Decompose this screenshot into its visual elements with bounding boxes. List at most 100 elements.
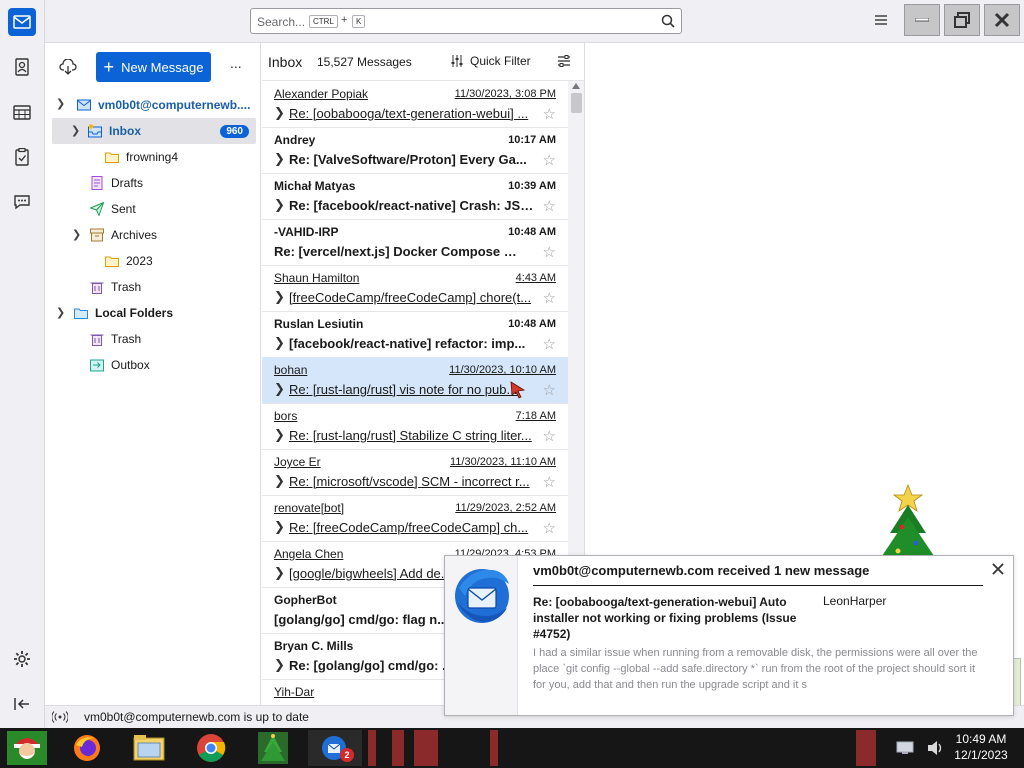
restore-button[interactable]	[944, 4, 980, 36]
message-date: 10:17 AM	[508, 134, 556, 146]
folder-archives[interactable]: ❯ Archives	[45, 222, 261, 248]
thread-chevron-icon[interactable]: ❯	[274, 335, 285, 351]
global-search-input[interactable]: Search... CTRL + K	[250, 8, 682, 34]
scrollbar-thumb[interactable]	[571, 93, 582, 113]
folder-pane-menu-button[interactable]: ...	[230, 55, 242, 71]
scroll-up-arrow-icon[interactable]	[572, 83, 580, 89]
mail-space-icon[interactable]	[8, 8, 36, 36]
thread-chevron-icon[interactable]: ❯	[274, 519, 285, 535]
thunderbird-logo-icon	[455, 569, 509, 623]
star-icon[interactable]: ☆	[543, 289, 556, 307]
message-row[interactable]: Andrey 10:17 AM ❯ Re: [ValveSoftware/Pro…	[262, 127, 568, 174]
file-explorer-taskbar-button[interactable]	[122, 730, 176, 766]
network-icon[interactable]	[896, 741, 914, 755]
tasks-icon[interactable]	[8, 143, 36, 171]
star-icon[interactable]: ☆	[543, 243, 556, 261]
chevron-down-icon[interactable]: ❯	[72, 228, 81, 241]
message-row[interactable]: Alexander Popiak 11/30/2023, 3:08 PM ❯ R…	[262, 81, 568, 128]
folder-pane: + New Message ... ❯ vm0b0t@computernewb.…	[45, 43, 261, 705]
folder-inbox[interactable]: ❯ Inbox 960	[52, 118, 256, 144]
quick-filter-button[interactable]: Quick Filter	[450, 54, 531, 68]
firefox-taskbar-button[interactable]	[60, 730, 114, 766]
star-icon[interactable]: ☆	[543, 105, 556, 123]
thunderbird-taskbar-button[interactable]: 2	[308, 730, 362, 766]
folder-2023[interactable]: 2023	[45, 248, 261, 274]
star-icon[interactable]: ☆	[543, 519, 556, 537]
chevron-down-icon[interactable]: ❯	[56, 97, 65, 110]
notification-sender: LeonHarper	[823, 594, 887, 608]
folder-icon	[105, 152, 119, 163]
message-subject: Re: [freeCodeCamp/freeCodeCamp] ch...	[289, 520, 529, 535]
thread-chevron-icon[interactable]: ❯	[274, 657, 285, 673]
message-sender: Joyce Er	[274, 455, 321, 469]
message-row[interactable]: Joyce Er 11/30/2023, 11:10 AM ❯ Re: [mic…	[262, 449, 568, 496]
thread-chevron-icon[interactable]: ❯	[274, 565, 285, 581]
message-row[interactable]: bors 7:18 AM ❯ Re: [rust-lang/rust] Stab…	[262, 403, 568, 450]
list-display-options-icon[interactable]	[557, 54, 571, 71]
new-mail-notification[interactable]: vm0b0t@computernewb.com received 1 new m…	[444, 555, 1014, 716]
message-row[interactable]: Michał Matyas 10:39 AM ❯ Re: [facebook/r…	[262, 173, 568, 220]
app-menu-icon[interactable]	[874, 13, 890, 29]
tree-app-taskbar-button[interactable]	[246, 730, 300, 766]
star-icon[interactable]: ☆	[543, 427, 556, 445]
filter-icon	[451, 55, 463, 67]
get-messages-icon[interactable]	[59, 58, 77, 78]
message-row[interactable]: -VAHID-IRP 10:48 AM Re: [vercel/next.js]…	[262, 219, 568, 266]
message-row[interactable]: renovate[bot] 11/29/2023, 2:52 AM ❯ Re: …	[262, 495, 568, 542]
chat-icon[interactable]	[8, 188, 36, 216]
folder-local-trash[interactable]: Trash	[45, 326, 261, 352]
chrome-taskbar-button[interactable]	[184, 730, 238, 766]
notification-divider	[533, 585, 983, 586]
message-subject: Re: [facebook/react-native] Crash: JS ..…	[289, 198, 534, 213]
close-button[interactable]	[984, 4, 1020, 36]
local-folders-row[interactable]: ❯ Local Folders	[45, 300, 261, 326]
folder-label: Sent	[111, 202, 136, 216]
settings-gear-icon[interactable]	[8, 645, 36, 673]
message-subject: Re: [vercel/next.js] Docker Compose Ne..…	[274, 244, 519, 259]
new-message-button[interactable]: + New Message	[96, 52, 211, 82]
thread-chevron-icon[interactable]: ❯	[274, 427, 285, 443]
system-tray[interactable]	[896, 736, 944, 760]
calendar-icon[interactable]	[8, 98, 36, 126]
search-icon[interactable]	[661, 14, 675, 28]
star-icon[interactable]: ☆	[543, 151, 556, 169]
message-row[interactable]: Ruslan Lesiutin 10:48 AM ❯ [facebook/rea…	[262, 311, 568, 358]
chevron-down-icon[interactable]: ❯	[71, 124, 80, 137]
taskbar-clock[interactable]: 10:49 AM 12/1/2023	[946, 731, 1016, 765]
folder-sent[interactable]: Sent	[45, 196, 261, 222]
address-book-icon[interactable]	[8, 53, 36, 81]
star-icon[interactable]: ☆	[543, 381, 556, 399]
message-subject: Re: [microsoft/vscode] SCM - incorrect r…	[289, 474, 530, 489]
account-row[interactable]: ❯ vm0b0t@computernewb....	[45, 92, 261, 118]
folder-label: Archives	[111, 228, 158, 242]
thread-chevron-icon[interactable]: ❯	[274, 381, 285, 397]
folder-drafts[interactable]: Drafts	[45, 170, 261, 196]
shortcut-plus: +	[341, 14, 348, 26]
chevron-down-icon[interactable]: ❯	[56, 306, 65, 319]
star-icon[interactable]: ☆	[543, 473, 556, 491]
minimize-button[interactable]	[904, 4, 940, 36]
message-subject: [facebook/react-native] refactor: imp...	[289, 336, 526, 351]
folder-frowning4[interactable]: frowning4	[45, 144, 261, 170]
folder-label: Drafts	[111, 176, 144, 190]
thread-chevron-icon[interactable]: ❯	[274, 197, 285, 213]
message-row[interactable]: Shaun Hamilton 4:43 AM ❯ [freeCodeCamp/f…	[262, 265, 568, 312]
notification-close-icon[interactable]	[992, 563, 1006, 577]
star-icon[interactable]: ☆	[543, 335, 556, 353]
thread-chevron-icon[interactable]: ❯	[274, 105, 285, 121]
online-status-icon[interactable]	[52, 711, 68, 723]
folder-label: Local Folders	[95, 306, 174, 320]
thunderbird-unread-badge: 2	[340, 748, 354, 762]
quick-filter-label: Quick Filter	[470, 54, 531, 68]
message-sender: Bryan C. Mills	[274, 639, 354, 653]
folder-trash[interactable]: Trash	[45, 274, 261, 300]
archive-icon	[90, 228, 104, 242]
volume-icon[interactable]	[926, 740, 944, 756]
thread-chevron-icon[interactable]: ❯	[274, 289, 285, 305]
start-button[interactable]	[0, 730, 54, 766]
star-icon[interactable]: ☆	[543, 197, 556, 215]
thread-chevron-icon[interactable]: ❯	[274, 151, 285, 167]
thread-chevron-icon[interactable]: ❯	[274, 473, 285, 489]
collapse-spaces-icon[interactable]	[8, 690, 36, 718]
folder-outbox[interactable]: Outbox	[45, 352, 261, 378]
